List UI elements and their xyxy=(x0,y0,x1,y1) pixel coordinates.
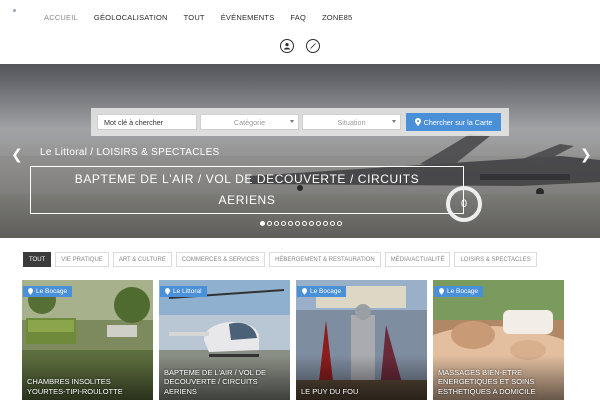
map-pin-icon xyxy=(414,118,421,126)
filter-hebergement-restauration[interactable]: HÉBERGEMENT & RESTAURATION xyxy=(269,252,381,267)
slider-dot[interactable] xyxy=(323,221,328,226)
slider-dot[interactable] xyxy=(295,221,300,226)
location-badge: Le Littoral xyxy=(160,286,207,297)
search-map-button-label: Chercher sur la Carte xyxy=(423,117,493,127)
map-pin-icon xyxy=(28,288,33,295)
nav-list: ACCUEIL GÉOLOCALISATION TOUT ÉVÉNEMENTS … xyxy=(44,13,352,22)
listing-card[interactable]: Le Littoral BAPTEME DE L'AIR / VOL DE DE… xyxy=(159,280,290,400)
hero-title-box[interactable]: BAPTEME DE L'AIR / VOL DE DECOUVERTE / C… xyxy=(30,166,464,214)
filter-loisirs-spectacles[interactable]: LOISIRS & SPECTACLES xyxy=(454,252,537,267)
header-icons xyxy=(0,39,600,53)
search-map-button[interactable]: Chercher sur la Carte xyxy=(406,113,501,131)
location-badge: Le Bocage xyxy=(297,286,347,297)
filter-media-actualite[interactable]: MÉDIA/ACTUALITÉ xyxy=(384,252,451,267)
card-title: MASSAGES BIEN-ETRE ENERGETIQUES ET SOINS… xyxy=(438,367,536,396)
filter-vie-pratique[interactable]: VIE PRATIQUE xyxy=(55,252,109,267)
card-title: CHAMBRES INSOLITES YOURTES-TIPI-ROULOTTE xyxy=(27,377,123,396)
nav-item-geolocalisation[interactable]: GÉOLOCALISATION xyxy=(94,13,168,22)
top-nav: ACCUEIL GÉOLOCALISATION TOUT ÉVÉNEMENTS … xyxy=(0,0,600,34)
next-slide-button[interactable]: ❯ xyxy=(580,146,592,163)
chevron-down-icon xyxy=(392,120,396,123)
hero-title: BAPTEME DE L'AIR / VOL DE DECOUVERTE / C… xyxy=(74,172,420,207)
filter-art-culture[interactable]: ART & CULTURE xyxy=(112,252,172,267)
situation-select[interactable]: Situation xyxy=(302,114,401,130)
location-badge: Le Bocage xyxy=(23,286,73,297)
slider-dot[interactable] xyxy=(281,221,286,226)
slider-dot[interactable] xyxy=(260,221,265,226)
prev-slide-button[interactable]: ❮ xyxy=(11,146,23,163)
card-title: LE PUY DU FOU xyxy=(301,386,359,396)
slider-dot[interactable] xyxy=(288,221,293,226)
card-title: BAPTEME DE L'AIR / VOL DE DECOUVERTE / C… xyxy=(164,367,267,396)
category-select-label: Catégorie xyxy=(233,117,266,127)
listing-card[interactable]: Le Bocage LE PUY DU FOU xyxy=(296,280,427,400)
loading-ring-text: 0 xyxy=(460,198,468,210)
location-badge-label: Le Bocage xyxy=(36,288,68,295)
map-pin-icon xyxy=(165,288,170,295)
slider-dot[interactable] xyxy=(309,221,314,226)
slider-dot[interactable] xyxy=(267,221,272,226)
compass-icon[interactable] xyxy=(306,39,320,53)
slider-dot[interactable] xyxy=(316,221,321,226)
category-select[interactable]: Catégorie xyxy=(200,114,299,130)
listing-card[interactable]: Le Bocage CHAMBRES INSOLITES YOURTES-TIP… xyxy=(22,280,153,400)
listing-cards: Le Bocage CHAMBRES INSOLITES YOURTES-TIP… xyxy=(22,280,564,400)
logo[interactable] xyxy=(13,9,16,12)
chevron-down-icon xyxy=(290,120,294,123)
category-filters: TOUT VIE PRATIQUE ART & CULTURE COMMERCE… xyxy=(23,252,537,267)
filter-tout[interactable]: TOUT xyxy=(23,252,52,267)
hero-slider: Mot clé à chercher Catégorie Situation C… xyxy=(0,64,600,238)
nav-item-tout[interactable]: TOUT xyxy=(184,13,205,22)
listing-card[interactable]: Le Bocage MASSAGES BIEN-ETRE ENERGETIQUE… xyxy=(433,280,564,400)
loading-ring: 0 xyxy=(446,186,482,222)
nav-item-zone85[interactable]: ZONE85 xyxy=(322,13,352,22)
slider-dot[interactable] xyxy=(302,221,307,226)
map-pin-icon xyxy=(302,288,307,295)
nav-item-accueil[interactable]: ACCUEIL xyxy=(44,13,78,22)
slider-dots xyxy=(260,221,342,226)
hero-category: Le Littoral / LOISIRS & SPECTACLES xyxy=(40,147,220,158)
nav-item-evenements[interactable]: ÉVÉNEMENTS xyxy=(221,13,275,22)
page: ACCUEIL GÉOLOCALISATION TOUT ÉVÉNEMENTS … xyxy=(0,0,600,400)
location-badge: Le Bocage xyxy=(434,286,484,297)
location-badge-label: Le Bocage xyxy=(447,288,479,295)
user-icon[interactable] xyxy=(280,39,294,53)
location-badge-label: Le Littoral xyxy=(173,288,202,295)
filter-commerces-services[interactable]: COMMERCES & SERVICES xyxy=(175,252,266,267)
search-bar: Mot clé à chercher Catégorie Situation C… xyxy=(91,108,509,136)
slider-dot[interactable] xyxy=(274,221,279,226)
situation-select-label: Situation xyxy=(337,117,366,127)
keyword-input[interactable]: Mot clé à chercher xyxy=(97,114,197,130)
nav-item-faq[interactable]: FAQ xyxy=(290,13,306,22)
slider-dot[interactable] xyxy=(337,221,342,226)
map-pin-icon xyxy=(439,288,444,295)
location-badge-label: Le Bocage xyxy=(310,288,342,295)
slider-dot[interactable] xyxy=(330,221,335,226)
